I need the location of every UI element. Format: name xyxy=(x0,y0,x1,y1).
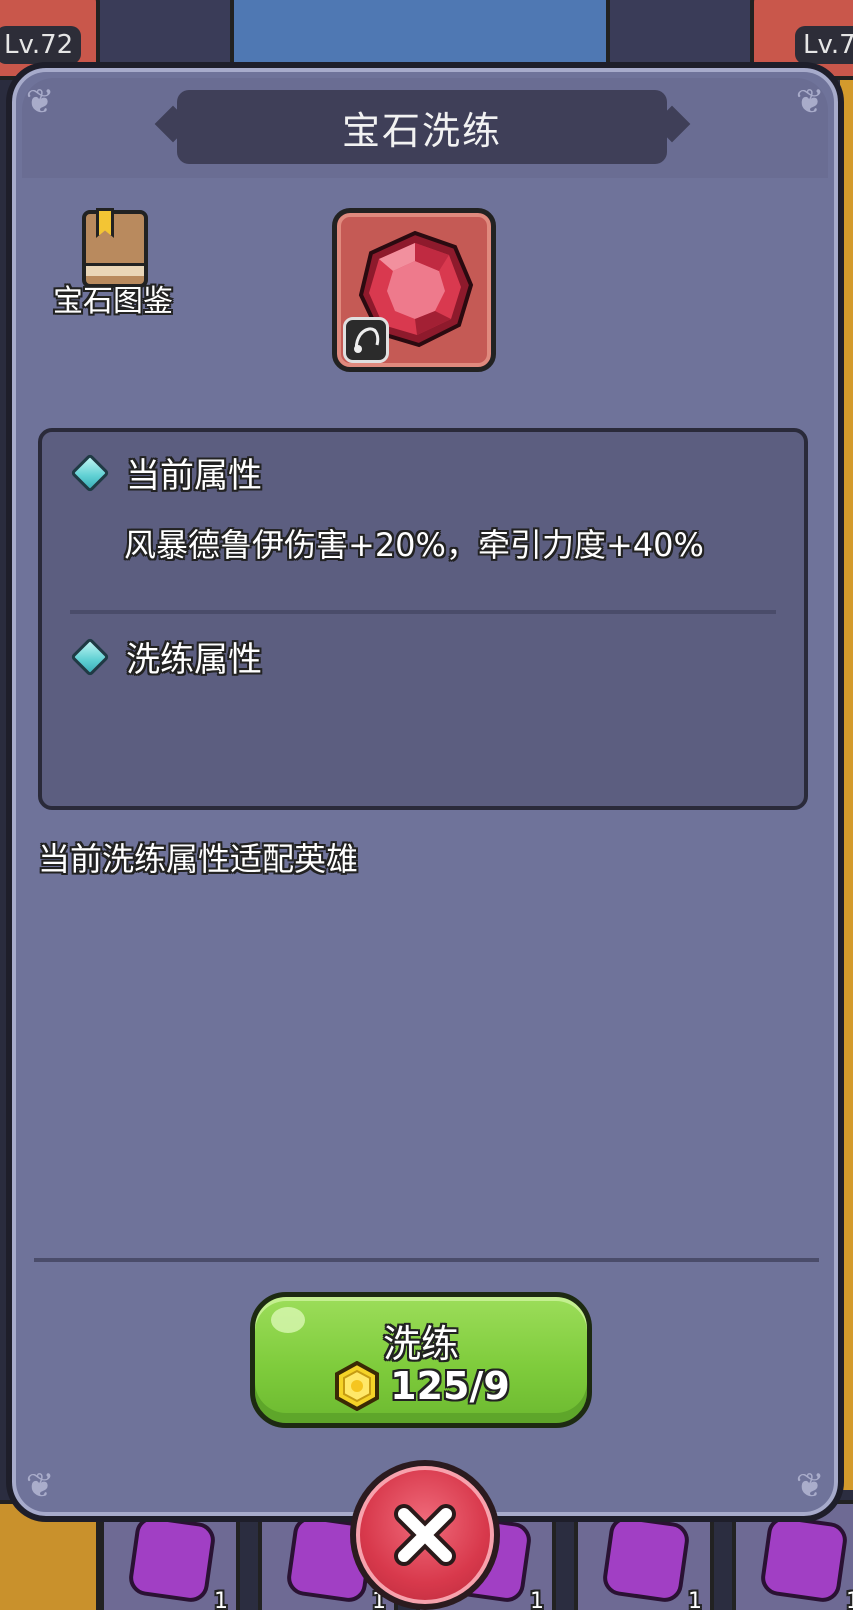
refine-button-label: 洗练 xyxy=(382,1322,459,1366)
corner-ornament-icon: ❦ xyxy=(795,1466,825,1506)
gem-count: 1 xyxy=(688,1589,702,1610)
gem-count: 1 xyxy=(846,1589,853,1610)
gem-slot[interactable] xyxy=(332,208,496,372)
diamond-bullet-icon xyxy=(70,636,110,677)
hook-icon xyxy=(343,317,389,363)
refine-button[interactable]: 洗练 125/9 xyxy=(250,1292,592,1428)
corner-ornament-icon: ❦ xyxy=(25,82,55,122)
attr-divider xyxy=(70,610,776,614)
current-attr-header: 当前属性 xyxy=(70,448,262,497)
gem-count: 1 xyxy=(214,1589,228,1610)
background-level-badge: Lv.7 xyxy=(795,26,853,64)
compatible-heroes-hint: 当前洗练属性适配英雄 xyxy=(38,840,359,878)
close-button[interactable] xyxy=(350,1460,500,1610)
close-icon xyxy=(394,1504,456,1566)
gold-coin-icon xyxy=(335,1361,380,1411)
refine-cost: 125/9 xyxy=(255,1361,587,1411)
footer-divider xyxy=(34,1258,819,1262)
gem-count: 1 xyxy=(530,1589,544,1610)
refine-cost-value: 125/9 xyxy=(390,1364,510,1408)
current-attr-title: 当前属性 xyxy=(126,456,262,496)
title-bar: 宝石洗练 xyxy=(177,90,667,164)
attribute-panel: 当前属性 风暴德鲁伊伤害+20%，牵引力度+40% 洗练属性 xyxy=(38,428,808,810)
background-level-badge: Lv.72 xyxy=(0,26,82,64)
purple-gem-icon xyxy=(600,1513,692,1605)
corner-ornament-icon: ❦ xyxy=(25,1466,55,1506)
purple-gem-icon xyxy=(758,1513,850,1605)
dialog-title: 宝石洗练 xyxy=(341,108,502,153)
purple-gem-icon xyxy=(126,1513,218,1605)
corner-ornament-icon: ❦ xyxy=(795,82,825,122)
gem-codex-button[interactable]: 宝石图鉴 xyxy=(38,208,188,330)
refine-attr-title: 洗练属性 xyxy=(126,640,262,680)
refine-attr-header: 洗练属性 xyxy=(70,632,262,681)
gem-codex-label: 宝石图鉴 xyxy=(53,284,173,319)
current-attr-value: 风暴德鲁伊伤害+20%，牵引力度+40% xyxy=(124,526,704,564)
diamond-bullet-icon xyxy=(70,452,110,493)
